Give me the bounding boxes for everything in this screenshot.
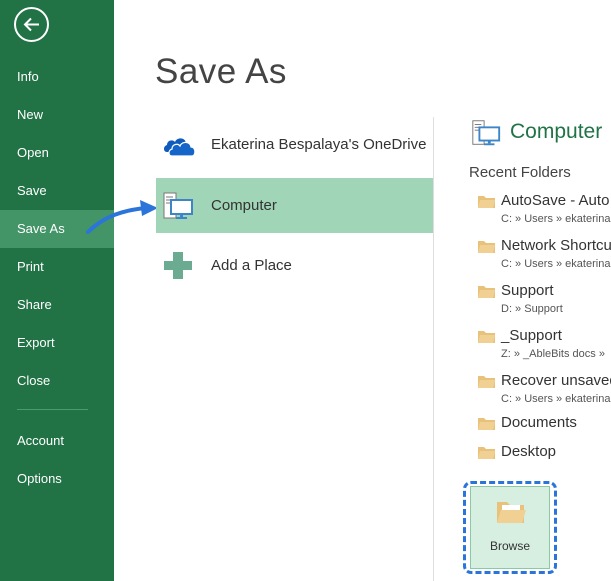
place-computer[interactable]: Computer bbox=[156, 178, 433, 233]
folder-name: Desktop bbox=[501, 443, 557, 460]
folder-name: Network Shortcu bbox=[501, 237, 611, 254]
folder-path: D: » Support bbox=[501, 303, 563, 315]
nav-item-print[interactable]: Print bbox=[0, 248, 114, 286]
nav-item-close[interactable]: Close bbox=[0, 362, 114, 400]
place-label: Ekaterina Bespalaya's OneDrive bbox=[211, 136, 427, 153]
folder-name: Recover unsaved bbox=[501, 372, 611, 389]
recent-folder-item[interactable]: Network Shortcu C: » Users » ekaterina bbox=[478, 237, 611, 277]
recent-folders-header: Recent Folders bbox=[469, 164, 571, 181]
folder-icon bbox=[478, 418, 495, 430]
recent-folder-item[interactable]: Support D: » Support bbox=[478, 282, 611, 322]
back-arrow-icon bbox=[23, 17, 39, 32]
back-button[interactable] bbox=[14, 7, 49, 42]
place-label: Computer bbox=[211, 197, 277, 214]
folder-open-icon bbox=[497, 502, 526, 523]
folder-icon bbox=[478, 331, 495, 343]
annotation-arrow-icon bbox=[86, 200, 158, 234]
folder-path: C: » Users » ekaterina bbox=[501, 393, 611, 405]
backstage-sidebar: Info New Open Save Save As Print Share E… bbox=[0, 0, 114, 581]
folder-icon bbox=[478, 196, 495, 208]
folder-icon bbox=[478, 447, 495, 459]
folder-path: Z: » _AbleBits docs » bbox=[501, 348, 605, 360]
recent-folder-item[interactable]: AutoSave - Auto C: » Users » ekaterina bbox=[478, 192, 611, 232]
folder-name: Support bbox=[501, 282, 554, 299]
folder-icon bbox=[478, 241, 495, 253]
computer-icon bbox=[163, 192, 193, 219]
recent-folder-item[interactable]: Recover unsaved C: » Users » ekaterina bbox=[478, 372, 611, 412]
nav-item-info[interactable]: Info bbox=[0, 58, 114, 96]
place-add[interactable]: Add a Place bbox=[156, 238, 433, 293]
nav-item-options[interactable]: Options bbox=[0, 460, 114, 498]
folder-name: _Support bbox=[501, 327, 562, 344]
nav-item-share[interactable]: Share bbox=[0, 286, 114, 324]
nav-divider bbox=[17, 409, 88, 410]
folder-path: C: » Users » ekaterina bbox=[501, 258, 611, 270]
folder-path: C: » Users » ekaterina bbox=[501, 213, 611, 225]
onedrive-cloud-icon bbox=[164, 138, 195, 157]
recent-folder-item[interactable]: Desktop bbox=[478, 443, 611, 465]
plus-icon bbox=[164, 252, 192, 279]
recent-folder-item[interactable]: Documents bbox=[478, 414, 611, 436]
place-label: Add a Place bbox=[211, 257, 292, 274]
browse-button[interactable]: Browse bbox=[470, 486, 550, 569]
computer-icon bbox=[472, 120, 501, 146]
folder-name: Documents bbox=[501, 414, 577, 431]
nav-item-account[interactable]: Account bbox=[0, 422, 114, 460]
nav-item-new[interactable]: New bbox=[0, 96, 114, 134]
nav-item-export[interactable]: Export bbox=[0, 324, 114, 362]
pane-divider bbox=[433, 117, 434, 581]
browse-label: Browse bbox=[489, 539, 530, 553]
place-onedrive[interactable]: Ekaterina Bespalaya's OneDrive bbox=[156, 117, 433, 172]
recent-folder-item[interactable]: _Support Z: » _AbleBits docs » bbox=[478, 327, 611, 367]
nav-item-open[interactable]: Open bbox=[0, 134, 114, 172]
location-title: Computer bbox=[510, 120, 603, 143]
folder-icon bbox=[478, 286, 495, 298]
folder-name: AutoSave - Auto bbox=[501, 192, 610, 209]
page-title: Save As bbox=[155, 52, 287, 91]
folder-icon bbox=[478, 376, 495, 388]
